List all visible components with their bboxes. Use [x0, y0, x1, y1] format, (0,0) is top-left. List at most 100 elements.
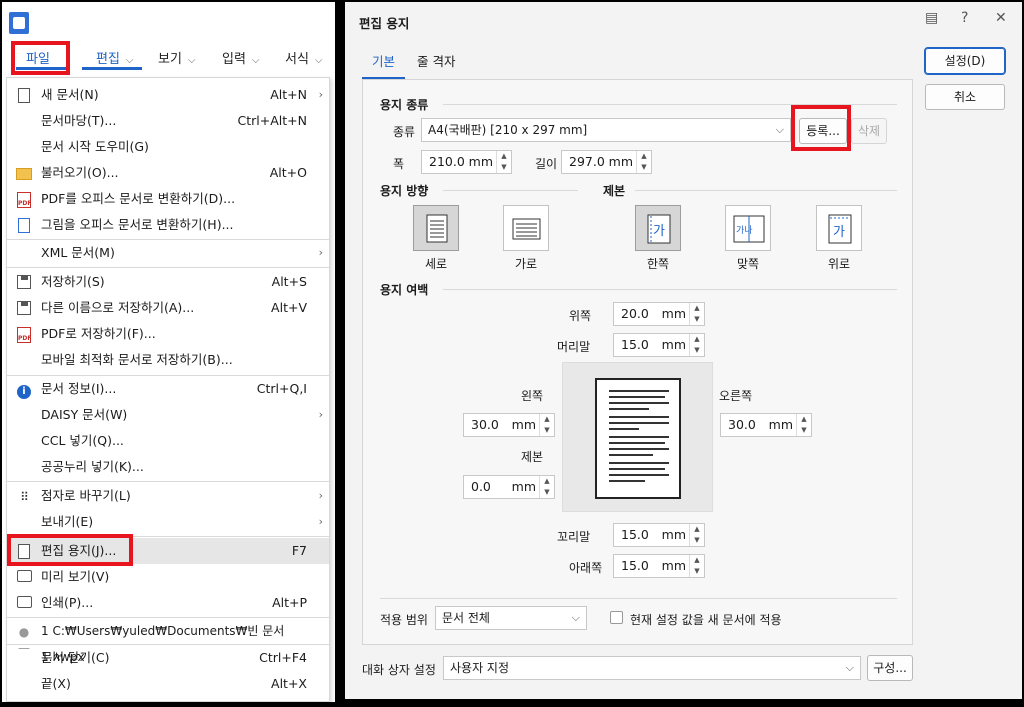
unit-label: mm: [511, 479, 536, 494]
menu-item-save[interactable]: 저장하기(S) Alt+S: [7, 269, 329, 295]
section-margins: 용지 여백: [380, 283, 429, 297]
menu-insert[interactable]: 입력 ⌵: [222, 48, 260, 67]
bottom-margin-spinner[interactable]: 15.0 mm ▲ ▼: [613, 554, 705, 578]
header-margin-label: 머리말: [557, 340, 591, 354]
delete-button[interactable]: 삭제: [851, 118, 887, 144]
menu-item-save-mobile[interactable]: 모바일 최적화 문서로 저장하기(B)...: [7, 347, 329, 373]
menu-item-label: 공공누리 넣기(K)...: [41, 459, 144, 474]
menu-item-print[interactable]: 인쇄(P)... Alt+P: [7, 590, 329, 616]
menu-view[interactable]: 보기 ⌵: [158, 48, 196, 67]
folder-icon: [16, 166, 32, 182]
apply-new-doc-checkbox[interactable]: [610, 611, 623, 624]
configure-button[interactable]: 구성...: [867, 655, 913, 681]
menu-item-shortcut: Alt+N: [270, 87, 307, 102]
binding-top-button[interactable]: 가: [816, 205, 862, 251]
spinner-arrows-icon[interactable]: ▲ ▼: [496, 151, 511, 173]
section-divider: [635, 190, 897, 191]
dialog-settings-select[interactable]: 사용자 지정 ⌵: [443, 656, 861, 680]
unit-label: mm: [468, 154, 493, 169]
footer-margin-spinner[interactable]: 15.0 mm ▲ ▼: [613, 523, 705, 547]
spinner-arrows-icon[interactable]: ▲ ▼: [539, 414, 554, 436]
right-margin-spinner[interactable]: 30.0 mm ▲ ▼: [720, 413, 812, 437]
menu-edit[interactable]: 편집 ⌵: [96, 48, 134, 67]
apply-range-value: 문서 전체: [442, 611, 490, 625]
spinner-arrows-icon[interactable]: ▲ ▼: [689, 334, 704, 356]
spinner-arrows-icon[interactable]: ▲ ▼: [689, 303, 704, 325]
ok-button[interactable]: 설정(D): [924, 47, 1006, 75]
menu-item-shortcut: Alt+O: [269, 165, 307, 180]
menu-item-image-convert[interactable]: 그림을 오피스 문서로 변환하기(H)...: [7, 212, 329, 238]
binding-top-glyph: 가: [833, 225, 845, 240]
length-label: 길이: [535, 157, 558, 171]
highlight-register-button: [791, 105, 851, 151]
tab-grid[interactable]: 줄 격자: [417, 51, 455, 70]
menu-item-save-pdf[interactable]: PDF PDF로 저장하기(F)...: [7, 321, 329, 347]
left-margin-spinner[interactable]: 30.0 mm ▲ ▼: [463, 413, 555, 437]
menu-item-preview[interactable]: 미리 보기(V): [7, 564, 329, 590]
preview-sheet: [595, 378, 681, 499]
unit-label: mm: [661, 558, 686, 573]
spinner-arrows-icon[interactable]: ▲ ▼: [636, 151, 651, 173]
menu-item-exit[interactable]: 끝(X) Alt+X: [7, 671, 329, 697]
menu-item-recent-file[interactable]: ●— 1 C:₩Users₩yuled₩Documents₩빈 문서 1.hwp…: [7, 618, 329, 664]
left-margin-label: 왼쪽: [521, 389, 544, 403]
menu-item-template[interactable]: 문서마당(T)... Ctrl+Alt+N: [7, 108, 329, 134]
binding-single-glyph: 가: [653, 224, 665, 239]
comment-icon[interactable]: ▤: [925, 10, 938, 26]
menu-item-label: 문서 시작 도우미(G): [41, 139, 149, 154]
apply-range-select[interactable]: 문서 전체 ⌵: [435, 606, 587, 630]
landscape-icon: [512, 218, 541, 240]
menu-item-label: 인쇄(P)...: [41, 595, 94, 610]
top-margin-spinner[interactable]: 20.0 mm ▲ ▼: [613, 302, 705, 326]
dialog-title: 편집 용지: [359, 16, 410, 31]
spinner-arrows-icon[interactable]: ▲ ▼: [796, 414, 811, 436]
menu-format[interactable]: 서식 ⌵: [285, 48, 323, 67]
dialog-settings-value: 사용자 지정: [450, 661, 510, 675]
length-spinner[interactable]: 297.0 mm ▲ ▼: [561, 150, 652, 174]
highlight-file-menu: [11, 41, 70, 75]
info-icon: i: [16, 382, 32, 399]
close-icon[interactable]: ✕: [995, 10, 1007, 26]
unit-label: mm: [511, 417, 536, 432]
menu-item-pdf-convert[interactable]: PDF PDF를 오피스 문서로 변환하기(D)...: [7, 186, 329, 212]
menu-item-daisy[interactable]: DAISY 문서(W) ›: [7, 402, 329, 428]
cancel-button[interactable]: 취소: [925, 84, 1005, 110]
menu-item-kogl[interactable]: 공공누리 넣기(K)...: [7, 454, 329, 480]
chevron-right-icon: ›: [318, 489, 323, 502]
menu-item-close[interactable]: 문서 닫기(C) Ctrl+F4: [7, 645, 329, 671]
chevron-right-icon: ›: [318, 515, 323, 528]
menu-item-label: 새 문서(N): [41, 87, 99, 102]
menu-item-open[interactable]: 불러오기(O)... Alt+O: [7, 160, 329, 186]
header-margin-spinner[interactable]: 15.0 mm ▲ ▼: [613, 333, 705, 357]
spinner-arrows-icon[interactable]: ▲ ▼: [539, 476, 554, 498]
menu-item-braille[interactable]: ⠿ 점자로 바꾸기(L) ›: [7, 483, 329, 509]
top-margin-value: 20.0: [621, 306, 649, 321]
help-icon[interactable]: ?: [961, 10, 968, 26]
save-as-icon: [16, 301, 32, 317]
menu-item-new[interactable]: 새 문서(N) Alt+N ›: [7, 82, 329, 108]
gutter-spinner[interactable]: 0.0 mm ▲ ▼: [463, 475, 555, 499]
menu-item-wizard[interactable]: 문서 시작 도우미(G): [7, 134, 329, 160]
width-spinner[interactable]: 210.0 mm ▲ ▼: [421, 150, 512, 174]
length-value: 297.0: [569, 154, 605, 169]
portrait-button[interactable]: [413, 205, 459, 251]
top-margin-label: 위쪽: [569, 309, 592, 323]
footer-margin-value: 15.0: [621, 527, 649, 542]
spinner-arrows-icon[interactable]: ▲ ▼: [689, 524, 704, 546]
section-divider: [443, 289, 897, 290]
chevron-down-icon: ⌵: [251, 55, 260, 66]
spinner-arrows-icon[interactable]: ▲ ▼: [689, 555, 704, 577]
binding-facing-button[interactable]: 가나: [725, 205, 771, 251]
paper-kind-select[interactable]: A4(국배판) [210 x 297 mm] ⌵: [421, 118, 791, 142]
menu-item-save-as[interactable]: 다른 이름으로 저장하기(A)... Alt+V: [7, 295, 329, 321]
binding-single-button[interactable]: 가: [635, 205, 681, 251]
menu-item-xml[interactable]: XML 문서(M) ›: [7, 240, 329, 266]
tab-basic[interactable]: 기본: [372, 51, 395, 70]
menu-item-doc-info[interactable]: i 문서 정보(I)... Ctrl+Q,I: [7, 376, 329, 402]
menu-item-send[interactable]: 보내기(E) ›: [7, 509, 329, 535]
menu-edit-label: 편집: [96, 52, 120, 67]
menu-item-ccl[interactable]: CCL 넣기(Q)...: [7, 428, 329, 454]
menu-item-label: 불러오기(O)...: [41, 165, 119, 180]
pdf-icon: PDF: [16, 327, 32, 343]
landscape-button[interactable]: [503, 205, 549, 251]
